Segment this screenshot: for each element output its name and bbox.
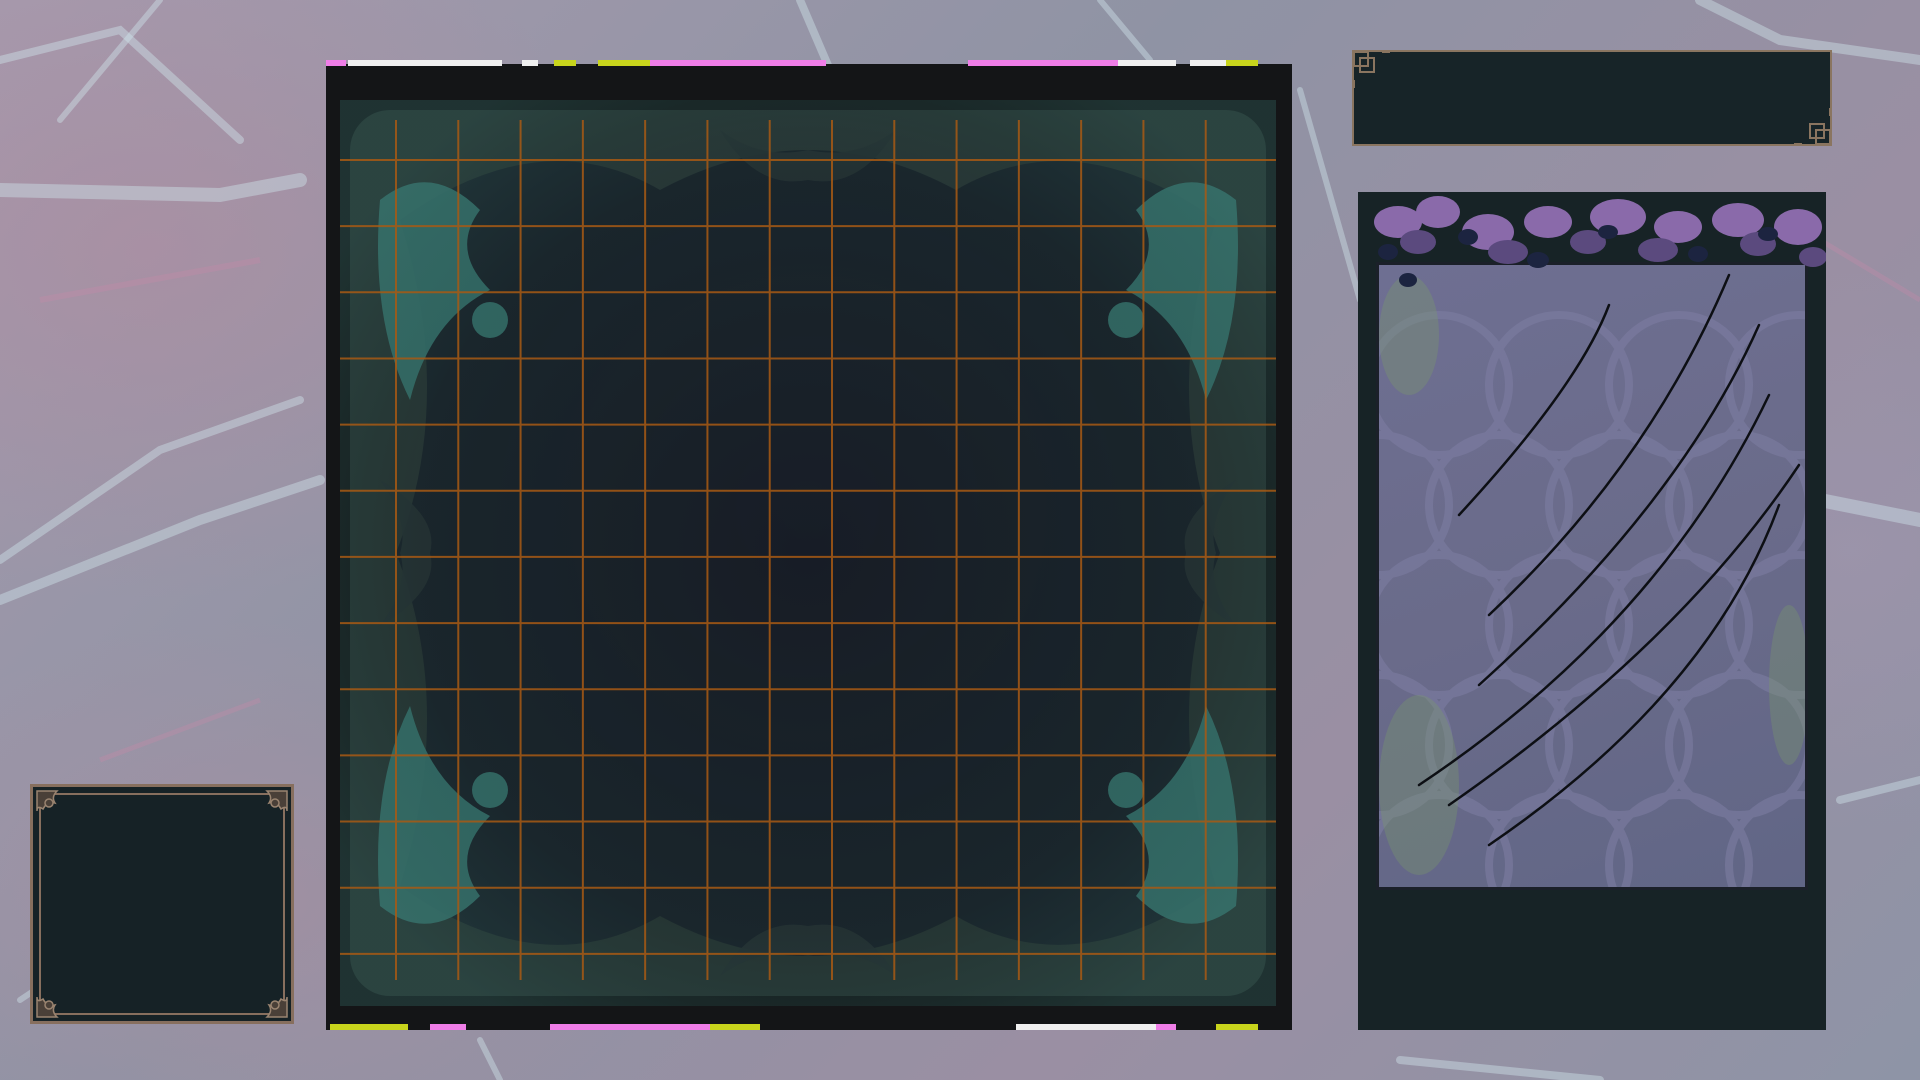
board-accent-bar <box>554 60 576 66</box>
filigree-corner-icon <box>265 790 288 812</box>
board-accent-bar <box>968 60 1118 66</box>
mini-panel <box>30 784 294 1024</box>
corner-bracket-icon <box>1353 51 1390 88</box>
board-accent-bar <box>650 60 826 66</box>
corner-bracket-icon <box>1794 108 1831 145</box>
board-accent-bar <box>1226 60 1258 66</box>
board-accent-bar <box>598 60 650 66</box>
board-accent-bar <box>550 1024 710 1030</box>
filigree-corner-icon <box>36 996 59 1018</box>
board-surface[interactable] <box>340 100 1276 1006</box>
board-accent-bar <box>522 60 538 66</box>
board-accent-bar <box>1190 60 1226 66</box>
board-accent-bar <box>1118 60 1176 66</box>
mini-panel-frame <box>39 793 285 1015</box>
board-accent-bar <box>1016 1024 1156 1030</box>
board-accent-bar <box>330 1024 408 1030</box>
floral-ornament-icon <box>340 100 1276 1006</box>
board-accent-bar <box>326 60 346 66</box>
board-accent-bar <box>430 1024 466 1030</box>
filigree-corner-icon <box>36 790 59 812</box>
card-panel <box>1358 192 1826 1030</box>
leaf-cluster-icon <box>1374 196 1826 287</box>
board-accent-bar <box>1156 1024 1176 1030</box>
board-accent-bar <box>1216 1024 1258 1030</box>
info-panel <box>1352 50 1832 146</box>
board-accent-bar <box>710 1024 760 1030</box>
card-artwork[interactable] <box>1376 262 1808 890</box>
game-board[interactable] <box>326 60 1292 1030</box>
filigree-corner-icon <box>265 996 288 1018</box>
board-accent-bar <box>348 60 502 66</box>
